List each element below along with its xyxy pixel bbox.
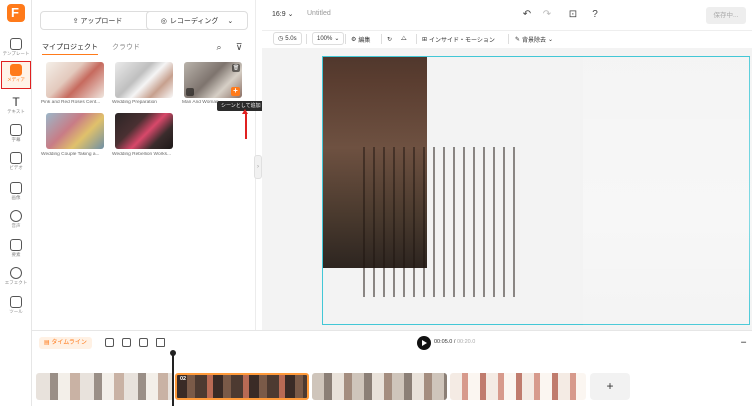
template-icon <box>10 38 22 50</box>
elements-icon <box>10 239 22 251</box>
media-thumb[interactable] <box>115 113 173 149</box>
media-caption: Wedding Couple Taking a... <box>41 152 100 157</box>
rail-item-text[interactable]: T テキスト <box>2 94 30 120</box>
rail-item-tools[interactable]: ツール <box>2 294 30 320</box>
media-thumb[interactable] <box>115 62 173 98</box>
filter-icon[interactable]: ⊽ <box>233 41 245 53</box>
rail-item-audio[interactable]: 音声 <box>2 208 30 234</box>
tab-my-projects[interactable]: マイプロジェクト <box>42 42 98 55</box>
duration-control[interactable]: ◷ 5.0s <box>273 32 302 45</box>
redo-icon[interactable]: ↷ <box>541 9 553 21</box>
transition-icon: ⊞ <box>422 36 428 43</box>
image-icon <box>10 182 22 194</box>
search-icon[interactable]: ⌕ <box>213 41 225 53</box>
undo-icon[interactable]: ↶ <box>521 9 533 21</box>
flip-icon[interactable]: ⧍ <box>401 32 407 46</box>
preview-veil <box>583 57 752 326</box>
rail-item-video[interactable]: ビデオ <box>2 150 30 176</box>
chevron-down-icon: ⌄ <box>334 36 340 42</box>
timeline-toggle-button[interactable]: ▤ タイムライン <box>39 337 92 349</box>
collapse-panel-handle[interactable]: › <box>254 155 262 179</box>
media-thumb[interactable] <box>46 62 104 98</box>
rail-item-subtitle[interactable]: 字幕 <box>2 122 30 148</box>
rail-item-media[interactable]: メディア <box>1 61 31 89</box>
media-caption: Wedding Rebellion Works... <box>112 152 172 157</box>
video-icon <box>10 152 22 164</box>
timeline-clip-selected[interactable]: 02 <box>175 373 309 400</box>
tools-icon <box>10 296 22 308</box>
timeline-clip[interactable] <box>36 373 174 400</box>
tab-cloud[interactable]: クラウド <box>112 42 140 55</box>
crop-icon[interactable] <box>122 338 131 347</box>
media-icon <box>10 64 22 76</box>
left-rail: テンプレート メディア Tテキスト 字幕 ビデオ 画像 音声 要素 エフェクト … <box>0 0 32 406</box>
project-title[interactable]: Untitled <box>307 10 331 17</box>
clock-icon: ◷ <box>278 36 284 42</box>
record-button[interactable]: ◎ レコーディング ⌄ <box>146 11 248 30</box>
rail-item-effects[interactable]: エフェクト <box>2 265 30 291</box>
rotate-icon[interactable]: ↻ <box>387 32 392 46</box>
annotation-arrow <box>242 109 248 139</box>
split-icon[interactable] <box>105 338 114 347</box>
audio-icon <box>10 210 22 222</box>
aspect-ratio-select[interactable]: 16:9 ⌄ <box>272 10 293 18</box>
rail-item-template[interactable]: テンプレート <box>2 36 30 62</box>
brush-icon: ✎ <box>515 36 521 43</box>
media-panel: ⇪ アップロード ⌄ ◎ レコーディング ⌄ マイプロジェクト クラウド ⌕ ⊽… <box>32 0 256 330</box>
playhead[interactable] <box>170 350 175 406</box>
timeline-clip[interactable] <box>312 373 447 400</box>
add-scene-tooltip: シーンとして追加 <box>217 101 265 111</box>
edit-button[interactable]: ⚙ 編集 <box>351 32 370 46</box>
add-clip-button[interactable]: + <box>590 373 630 400</box>
help-icon[interactable]: ? <box>589 9 601 21</box>
copy-icon[interactable] <box>139 338 148 347</box>
delete-icon[interactable]: 🗑 <box>232 64 240 72</box>
time-display: 00:05.0 / 00:20.0 <box>434 339 476 345</box>
effects-icon <box>10 267 22 279</box>
bg-remove-button[interactable]: ✎ 背景除去 ⌄ <box>515 32 553 46</box>
top-bar: 16:9 ⌄ Untitled ↶ ↷ ⊡ ? 保存中... <box>262 0 752 31</box>
media-tabs: マイプロジェクト クラウド <box>42 42 140 55</box>
timeline-clip[interactable] <box>450 373 586 400</box>
zoom-select[interactable]: 100% ⌄ <box>312 32 345 45</box>
subtitle-icon <box>10 124 22 136</box>
rail-item-image[interactable]: 画像 <box>2 180 30 206</box>
media-thumb[interactable] <box>46 113 104 149</box>
text-icon: T <box>12 95 20 109</box>
play-button[interactable] <box>417 336 431 350</box>
rail-item-elements[interactable]: 要素 <box>2 237 30 263</box>
add-scene-icon[interactable]: + <box>231 87 240 96</box>
app-logo <box>7 4 25 22</box>
timeline-collapse-icon[interactable]: ━ <box>741 338 746 347</box>
video-preview[interactable] <box>322 56 752 326</box>
delete-icon[interactable] <box>156 338 165 347</box>
chevron-down-icon: ⌄ <box>548 36 554 43</box>
timeline: ▤ タイムライン 00:05.0 / 00:20.0 ━ 02 + <box>32 330 752 406</box>
media-caption: Pink and Red Roses Cent... <box>41 100 101 105</box>
media-caption: Wedding Preparation <box>112 100 157 105</box>
screenshot-icon[interactable]: ⊡ <box>567 9 579 21</box>
sliders-icon: ⚙ <box>351 36 357 43</box>
duplicate-icon[interactable] <box>186 88 194 96</box>
export-button[interactable]: 保存中... <box>706 7 746 24</box>
chevron-down-icon: ⌄ <box>227 17 234 25</box>
record-icon: ◎ <box>160 17 167 25</box>
transition-button[interactable]: ⊞ インサイド・モーション <box>422 32 495 46</box>
preview-fence <box>363 147 523 297</box>
media-thumb-hovered[interactable]: 🗑 + <box>184 62 242 98</box>
